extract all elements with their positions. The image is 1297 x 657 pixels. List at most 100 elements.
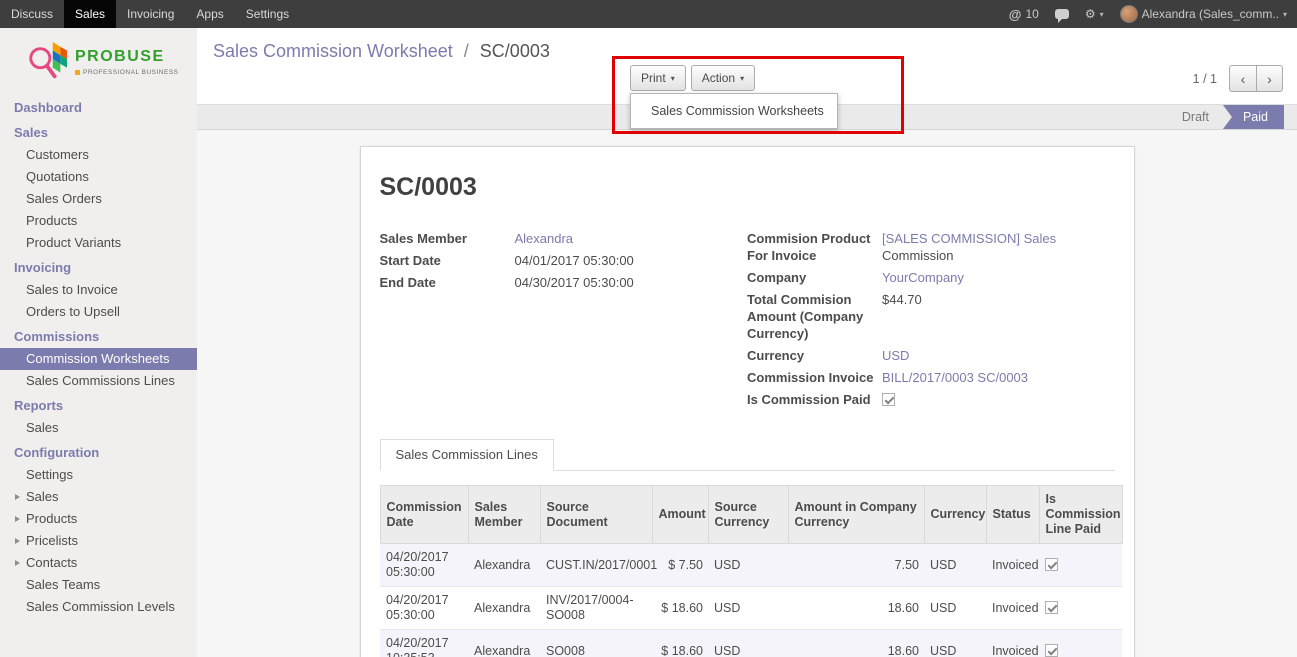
pager: 1 / 1 ‹ ›: [1193, 65, 1283, 92]
field-commission-product: Commision Product For Invoice [SALES COM…: [747, 230, 1115, 264]
column-header-amount-company-currency: Amount in Company Currency: [788, 486, 924, 544]
currency-link[interactable]: USD: [882, 347, 909, 364]
menu-invoicing[interactable]: Invoicing: [116, 0, 185, 28]
menu-settings[interactable]: Settings: [235, 0, 300, 28]
commission-invoice-link[interactable]: BILL/2017/0003 SC/0003: [882, 369, 1028, 386]
cell-source-document: SO008: [540, 630, 652, 657]
mention-count: 10: [1025, 7, 1038, 21]
print-button[interactable]: Print ▾: [630, 65, 686, 91]
sidebar-section-reports[interactable]: Reports: [0, 392, 197, 417]
sales-member-link[interactable]: Alexandra: [515, 230, 574, 247]
line-paid-checkbox: [1045, 601, 1058, 614]
cell-amount-company-currency: 7.50: [788, 544, 924, 587]
sidebar-item-config-sales[interactable]: Sales: [0, 486, 197, 508]
sidebar-section-sales[interactable]: Sales: [0, 119, 197, 144]
sidebar-section-configuration[interactable]: Configuration: [0, 439, 197, 464]
table-row[interactable]: 04/20/2017 10:35:53 Alexandra SO008 $ 18…: [380, 630, 1122, 657]
breadcrumb-separator: /: [464, 41, 469, 61]
field-company: Company YourCompany: [747, 269, 1115, 286]
logo-subtitle: PROFESSIONAL BUSINESS: [75, 69, 179, 76]
pager-previous-button[interactable]: ‹: [1229, 65, 1256, 92]
sidebar-item-sales-orders[interactable]: Sales Orders: [0, 188, 197, 210]
field-currency: Currency USD: [747, 347, 1115, 364]
settings-systray-button[interactable]: ⚙ ▾: [1085, 7, 1104, 21]
column-header-line-paid: Is Commission Line Paid: [1039, 486, 1122, 544]
cell-amount: $ 18.60: [652, 587, 708, 630]
sidebar-item-sales-teams[interactable]: Sales Teams: [0, 574, 197, 596]
sidebar-item-products[interactable]: Products: [0, 210, 197, 232]
field-label: Commision Product For Invoice: [747, 230, 882, 264]
status-draft[interactable]: Draft: [1168, 105, 1223, 129]
caret-down-icon: ▾: [671, 74, 675, 83]
field-total-commission-amount: Total Commision Amount (Company Currency…: [747, 291, 1115, 342]
pager-buttons: ‹ ›: [1229, 65, 1283, 92]
menu-discuss[interactable]: Discuss: [0, 0, 64, 28]
field-label: Company: [747, 269, 882, 286]
caret-down-icon: ▾: [1283, 10, 1287, 19]
table-row[interactable]: 04/20/2017 05:30:00 Alexandra CUST.IN/20…: [380, 544, 1122, 587]
sidebar-section-dashboard[interactable]: Dashboard: [0, 94, 197, 119]
notebook-tabs: Sales Commission Lines: [380, 439, 1115, 471]
control-panel: Sales Commission Worksheet / SC/0003 Pri…: [197, 28, 1297, 104]
sidebar-item-reports-sales[interactable]: Sales: [0, 417, 197, 439]
line-paid-checkbox: [1045, 558, 1058, 571]
field-label: Start Date: [380, 252, 515, 269]
cell-amount: $ 7.50: [652, 544, 708, 587]
action-button[interactable]: Action ▾: [691, 65, 755, 91]
pager-value: 1 / 1: [1193, 72, 1217, 86]
field-label: End Date: [380, 274, 515, 291]
sidebar-section-invoicing[interactable]: Invoicing: [0, 254, 197, 279]
column-header-sales-member: Sales Member: [468, 486, 540, 544]
statusbar: Draft Paid: [1168, 105, 1284, 129]
commission-product-link[interactable]: [SALES COMMISSION] Sales: [882, 231, 1056, 246]
company-link[interactable]: YourCompany: [882, 269, 964, 286]
sidebar-item-sales-commission-levels[interactable]: Sales Commission Levels: [0, 596, 197, 618]
sidebar-item-config-products[interactable]: Products: [0, 508, 197, 530]
dropdown-item-sales-commission-worksheets[interactable]: Sales Commission Worksheets: [631, 98, 837, 124]
sidebar-item-settings[interactable]: Settings: [0, 464, 197, 486]
field-groups: Sales Member Alexandra Start Date 04/01/…: [380, 230, 1115, 413]
menu-apps[interactable]: Apps: [185, 0, 234, 28]
sidebar-item-orders-to-upsell[interactable]: Orders to Upsell: [0, 301, 197, 323]
sidebar-item-product-variants[interactable]: Product Variants: [0, 232, 197, 254]
top-navbar: Discuss Sales Invoicing Apps Settings @ …: [0, 0, 1297, 28]
sidebar-section-commissions[interactable]: Commissions: [0, 323, 197, 348]
field-sales-member: Sales Member Alexandra: [380, 230, 748, 247]
cell-currency: USD: [924, 587, 986, 630]
sidebar-item-config-contacts[interactable]: Contacts: [0, 552, 197, 574]
column-header-currency: Currency: [924, 486, 986, 544]
menu-sales[interactable]: Sales: [64, 0, 116, 28]
breadcrumb: Sales Commission Worksheet / SC/0003: [213, 41, 550, 62]
field-is-commission-paid: Is Commission Paid: [747, 391, 1115, 408]
cell-currency: USD: [924, 544, 986, 587]
user-menu[interactable]: Alexandra (Sales_comm.. ▾: [1120, 5, 1287, 23]
breadcrumb-parent[interactable]: Sales Commission Worksheet: [213, 41, 453, 61]
pager-next-button[interactable]: ›: [1256, 65, 1283, 92]
left-field-group: Sales Member Alexandra Start Date 04/01/…: [380, 230, 748, 413]
sidebar-item-quotations[interactable]: Quotations: [0, 166, 197, 188]
cell-sales-member: Alexandra: [468, 630, 540, 657]
sidebar-menu: Dashboard Sales Customers Quotations Sal…: [0, 94, 197, 618]
at-icon: @: [1009, 7, 1022, 22]
tab-sales-commission-lines[interactable]: Sales Commission Lines: [380, 439, 554, 471]
table-row[interactable]: 04/20/2017 05:30:00 Alexandra INV/2017/0…: [380, 587, 1122, 630]
sidebar-item-sales-to-invoice[interactable]: Sales to Invoice: [0, 279, 197, 301]
column-header-amount: Amount: [652, 486, 708, 544]
column-header-source-currency: Source Currency: [708, 486, 788, 544]
messages-button[interactable]: [1055, 9, 1069, 19]
cell-currency: USD: [924, 630, 986, 657]
sidebar-item-commission-worksheets[interactable]: Commission Worksheets: [0, 348, 197, 370]
end-date-value: 04/30/2017 05:30:00: [515, 274, 634, 291]
total-commission-amount-value: $44.70: [882, 291, 922, 308]
sidebar-item-customers[interactable]: Customers: [0, 144, 197, 166]
start-date-value: 04/01/2017 05:30:00: [515, 252, 634, 269]
status-paid[interactable]: Paid: [1223, 105, 1284, 129]
sidebar-item-config-pricelists[interactable]: Pricelists: [0, 530, 197, 552]
mentions-button[interactable]: @ 10: [1009, 7, 1039, 22]
field-commission-invoice: Commission Invoice BILL/2017/0003 SC/000…: [747, 369, 1115, 386]
is-commission-paid-checkbox: [882, 393, 895, 406]
chat-bubble-icon: [1055, 9, 1069, 19]
chevron-left-icon: ‹: [1241, 71, 1246, 87]
caret-down-icon: ▾: [740, 74, 744, 83]
sidebar-item-sales-commissions-lines[interactable]: Sales Commissions Lines: [0, 370, 197, 392]
